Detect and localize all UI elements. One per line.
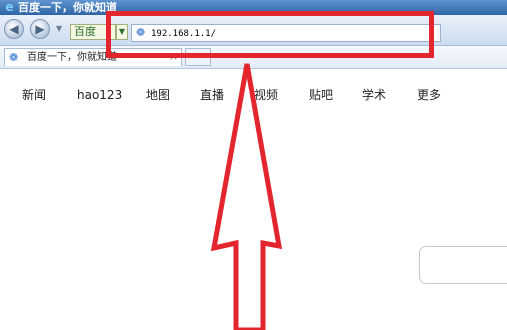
search-engine-label: 百度 <box>74 25 96 38</box>
baidu-paw-icon: ❁ <box>136 26 146 39</box>
nav-link-hao123[interactable]: hao123 <box>77 86 122 104</box>
baidu-paw-icon: ❁ <box>9 51 19 64</box>
nav-link-video[interactable]: 视频 <box>254 86 278 104</box>
page-nav: 新闻 hao123 地图 直播 视频 贴吧 学术 更多 <box>0 86 507 106</box>
history-dropdown-icon[interactable]: ▼ <box>56 24 62 33</box>
window-title: 百度一下，你就知道 <box>18 1 117 14</box>
nav-link-tieba[interactable]: 贴吧 <box>309 86 333 104</box>
back-button[interactable]: ◀ <box>4 19 24 39</box>
nav-link-more[interactable]: 更多 <box>417 86 441 104</box>
nav-link-news[interactable]: 新闻 <box>22 86 46 104</box>
new-tab-button[interactable] <box>185 48 211 66</box>
forward-button[interactable]: ▶ <box>30 19 50 39</box>
window-titlebar: e 百度一下，你就知道 <box>0 0 507 15</box>
nav-link-map[interactable]: 地图 <box>146 86 170 104</box>
forward-arrow-icon: ▶ <box>35 22 45 36</box>
address-bar[interactable]: ❁ <box>131 24 441 42</box>
nav-link-academic[interactable]: 学术 <box>362 86 386 104</box>
navigation-bar: ◀ ▶ ▼ 百度 ▼ ❁ <box>0 15 507 46</box>
search-engine-dropdown-icon[interactable]: ▼ <box>116 24 128 40</box>
tab-label: 百度一下，你就知道 <box>27 52 117 63</box>
ie-logo-icon: e <box>5 0 14 14</box>
tab-baidu[interactable]: ❁ 百度一下，你就知道 × <box>4 48 182 66</box>
search-box[interactable] <box>419 246 507 284</box>
close-icon[interactable]: × <box>169 50 178 64</box>
search-engine-selector[interactable]: 百度 <box>70 24 116 40</box>
tab-bar: ❁ 百度一下，你就知道 × <box>0 46 507 69</box>
nav-link-live[interactable]: 直播 <box>200 86 224 104</box>
address-input[interactable] <box>151 27 431 40</box>
back-arrow-icon: ◀ <box>9 22 19 36</box>
